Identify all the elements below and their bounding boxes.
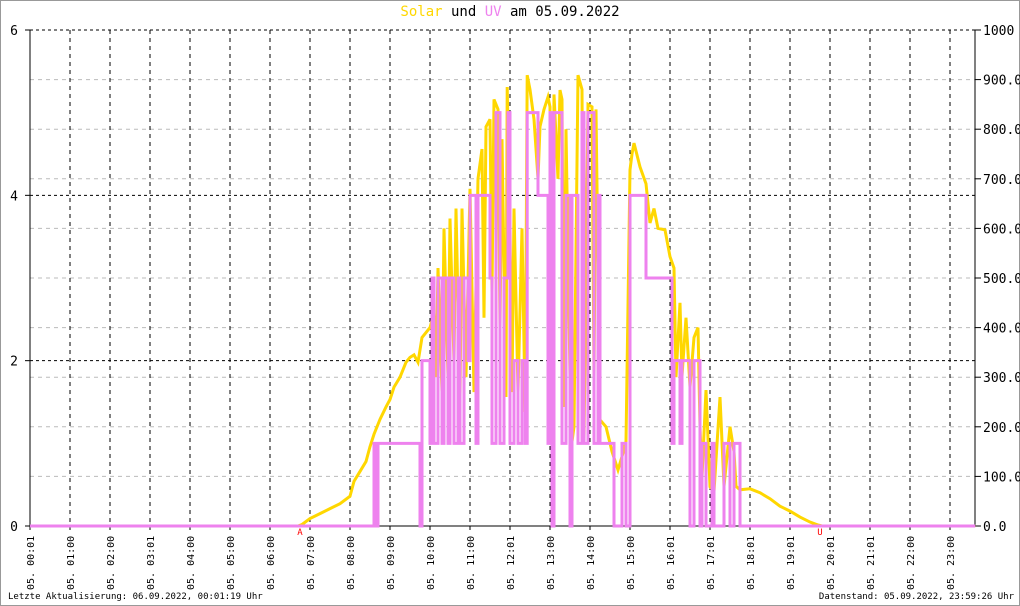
x-tick-label: 05. 16:01 — [666, 536, 677, 590]
marker-A: A — [297, 528, 303, 538]
x-tick-label: 05. 14:00 — [586, 536, 597, 590]
x-tick-label: 05. 17:01 — [706, 536, 717, 590]
x-tick-label: 05. 07:00 — [306, 536, 317, 590]
left-tick-label: 0 — [10, 520, 18, 535]
x-tick-label: 05. 15:00 — [626, 536, 637, 590]
x-tick-label: 05. 12:01 — [506, 536, 517, 590]
x-tick-label: 05. 02:00 — [106, 536, 117, 590]
x-tick-label: 05. 08:00 — [346, 536, 357, 590]
x-tick-label: 05. 19:01 — [786, 536, 797, 590]
x-tick-label: 05. 04:00 — [186, 536, 197, 590]
x-tick-label: 05. 06:00 — [266, 536, 277, 590]
right-tick-label: 100.0 — [983, 470, 1020, 485]
left-tick-label: 2 — [10, 355, 18, 370]
right-tick-label: 200.0 — [983, 421, 1020, 436]
x-tick-label: 05. 09:00 — [386, 536, 397, 590]
x-tick-label: 05. 20:01 — [826, 536, 837, 590]
x-tick-label: 05. 00:01 — [26, 536, 37, 590]
right-tick-label: 300.0 — [983, 371, 1020, 386]
right-tick-label: 0.0 — [983, 520, 1006, 535]
chart: 0.0 100.0 200.0 300.0 400.0 500.0 600.0 700.0 80… — [10, 24, 1020, 590]
x-tick-label: 05. 01:00 — [66, 536, 77, 590]
footer-last-update: Letzte Aktualisierung: 06.09.2022, 00:01… — [8, 592, 263, 602]
right-tick-label: 500.0 — [983, 272, 1020, 287]
footer-data-status: Datenstand: 05.09.2022, 23:59:26 Uhr — [818, 592, 1014, 602]
x-tick-label: 05. 11:00 — [466, 536, 477, 590]
x-tick-label: 05. 18:01 — [746, 536, 757, 590]
right-tick-label: 700.0 — [983, 173, 1020, 188]
marker-U: U — [817, 528, 822, 538]
right-tick-label: 600.0 — [983, 222, 1020, 237]
right-tick-label: 1000 — [983, 24, 1014, 39]
right-tick-label: 900.0 — [983, 74, 1020, 89]
x-tick-label: 05. 03:01 — [146, 536, 157, 590]
right-tick-label: 400.0 — [983, 322, 1020, 337]
x-tick-label: 05. 13:00 — [546, 536, 557, 590]
x-tick-label: 05. 23:00 — [946, 536, 957, 590]
x-tick-label: 05. 22:00 — [906, 536, 917, 590]
x-tick-label: 05. 05:00 — [226, 536, 237, 590]
right-tick-label: 800.0 — [983, 123, 1020, 138]
x-tick-label: 05. 10:00 — [426, 536, 437, 590]
x-tick-label: 05. 21:01 — [866, 536, 877, 590]
left-tick-label: 6 — [10, 24, 18, 39]
left-tick-label: 4 — [10, 189, 18, 204]
